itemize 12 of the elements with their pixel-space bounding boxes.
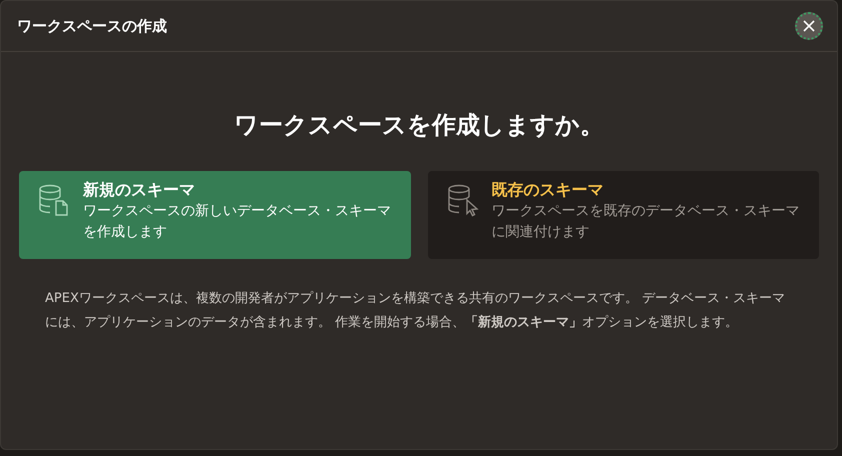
option-description: ワークスペースを既存のデータベース・スキーマに関連付けます (492, 202, 800, 242)
database-cursor-icon (446, 183, 480, 217)
close-button[interactable] (795, 12, 823, 40)
dialog-heading: ワークスペースを作成しますか。 (233, 110, 605, 141)
description-text: APEXワークスペースは、複数の開発者がアプリケーションを構築できる共有のワークスペースです。 データベース・スキーマには、アプリケーションのデータが含まれます。 作業を開始する場合、「新規のスキーマ」オプションを選択します。 (44, 290, 786, 332)
schema-option[interactable]: 既存のスキーマ ワークスペースを既存のデータベース・スキーマに関連付けます (428, 171, 819, 259)
option-title: 既存のスキーマ (492, 179, 604, 201)
dialog-title: ワークスペースの作成 (17, 16, 167, 37)
close-icon (802, 19, 816, 33)
option-description: ワークスペースの新しいデータベース・スキーマを作成します (83, 202, 392, 242)
option-title: 新規のスキーマ (83, 179, 196, 201)
schema-option[interactable]: 新規のスキーマ ワークスペースの新しいデータベース・スキーマを作成します (19, 171, 410, 259)
